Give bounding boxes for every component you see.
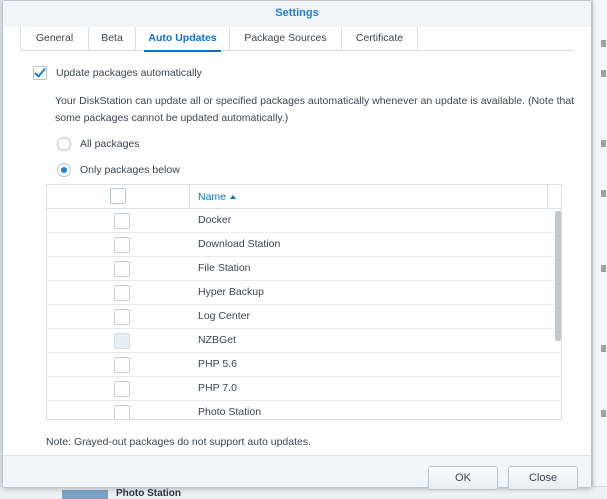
background-fragment: [601, 410, 606, 417]
tab-general[interactable]: General: [20, 27, 89, 51]
background-fragment: [601, 345, 606, 352]
package-name: PHP 7.0: [198, 382, 237, 394]
tab-beta[interactable]: Beta: [89, 27, 136, 51]
row-checkbox[interactable]: [114, 405, 130, 419]
dialog-footer: OK Close: [3, 455, 591, 490]
table-row: NZBGet: [47, 329, 561, 353]
tab-package-sources[interactable]: Package Sources: [230, 27, 342, 51]
table-row[interactable]: Docker: [47, 209, 561, 233]
tab-auto-updates[interactable]: Auto Updates: [136, 27, 230, 52]
row-checkbox[interactable]: [114, 213, 130, 229]
row-checkbox[interactable]: [114, 381, 130, 397]
radio-only-packages-below-label: Only packages below: [80, 164, 180, 176]
package-table: Name Docker Download Station File Statio…: [46, 184, 562, 420]
tab-certificate[interactable]: Certificate: [342, 27, 418, 51]
row-checkbox[interactable]: [114, 285, 130, 301]
table-row[interactable]: Download Station: [47, 233, 561, 257]
background-package-name: Photo Station: [116, 488, 181, 499]
auto-update-label: Update packages automatically: [56, 67, 202, 79]
close-button[interactable]: Close: [508, 466, 578, 490]
ok-button[interactable]: OK: [428, 466, 498, 490]
package-name: Hyper Backup: [198, 286, 264, 298]
row-checkbox-disabled: [114, 333, 130, 349]
row-checkbox[interactable]: [114, 237, 130, 253]
background-package-icon: [62, 490, 108, 499]
table-row[interactable]: File Station: [47, 257, 561, 281]
table-row[interactable]: PHP 5.6: [47, 353, 561, 377]
auto-update-checkbox[interactable]: [33, 65, 47, 80]
table-row[interactable]: Hyper Backup: [47, 281, 561, 305]
radio-selected-dot: [61, 167, 67, 173]
title-bar[interactable]: Settings: [3, 1, 591, 27]
background-app-edge: [592, 0, 607, 499]
background-fragment: [601, 70, 606, 77]
package-name: Download Station: [198, 238, 281, 250]
column-divider: [189, 185, 190, 209]
table-row[interactable]: Log Center: [47, 305, 561, 329]
auto-update-description: Your DiskStation can update all or speci…: [55, 95, 575, 124]
package-name: PHP 5.6: [198, 358, 237, 370]
dialog-title: Settings: [275, 7, 319, 19]
background-fragment: [601, 40, 606, 47]
radio-only-packages-below[interactable]: [57, 163, 71, 177]
package-name: Log Center: [198, 310, 250, 322]
package-name: File Station: [198, 262, 251, 274]
column-header-name[interactable]: Name: [198, 191, 226, 203]
checkmark-icon: [34, 65, 46, 78]
table-header: Name: [47, 185, 561, 209]
package-name: Docker: [198, 214, 232, 226]
row-checkbox[interactable]: [114, 309, 130, 325]
tab-bar: General Beta Auto Updates Package Source…: [20, 27, 574, 52]
row-checkbox[interactable]: [114, 357, 130, 373]
background-fragment: [601, 265, 606, 272]
background-fragment: [601, 140, 606, 147]
row-checkbox[interactable]: [114, 261, 130, 277]
column-divider: [547, 185, 548, 209]
table-scrollbar[interactable]: [555, 211, 561, 341]
settings-dialog: Settings General Beta Auto Updates Packa…: [2, 0, 592, 490]
package-name: NZBGet: [198, 334, 236, 346]
package-name: Photo Station: [198, 406, 262, 418]
radio-all-packages[interactable]: [57, 137, 71, 151]
radio-all-packages-label: All packages: [80, 138, 140, 150]
table-row[interactable]: PHP 7.0: [47, 377, 561, 401]
sort-ascending-icon: [230, 195, 236, 199]
grayed-out-note: Note: Grayed-out packages do not support…: [46, 436, 312, 448]
select-all-checkbox[interactable]: [110, 188, 126, 204]
background-fragment: [601, 190, 606, 197]
table-row[interactable]: Photo Station: [47, 401, 561, 419]
